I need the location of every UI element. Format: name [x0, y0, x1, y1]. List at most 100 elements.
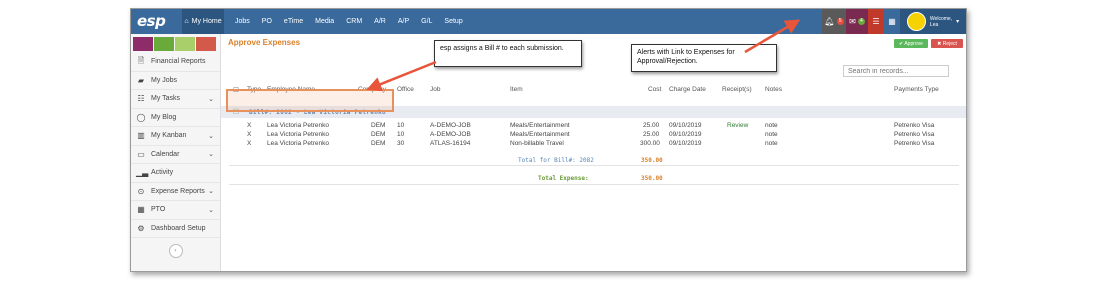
sidebar-item-label: Activity [151, 169, 174, 177]
row-type[interactable]: X [247, 131, 251, 138]
col-job[interactable]: Job [430, 86, 440, 93]
row-type[interactable]: X [247, 140, 251, 147]
col-office[interactable]: Office [397, 86, 414, 93]
row-company: DEM [371, 140, 386, 147]
theme-swatches [131, 34, 220, 53]
sidebar-item-dashboard-setup[interactable]: ⚙ Dashboard Setup [131, 220, 220, 238]
sidebar-item-pto[interactable]: ▦ PTO ⌄ [131, 201, 220, 220]
swatch-2[interactable] [154, 37, 174, 51]
chevron-down-icon: ▾ [956, 19, 960, 25]
nav-crm[interactable]: CRM [340, 18, 368, 25]
row-type[interactable]: X [247, 122, 251, 129]
row-notes: note [765, 131, 778, 138]
sidebar: 🗎 Financial Reports ▰ My Jobs ☷ My Tasks… [131, 34, 221, 271]
sidebar-item-my-blog[interactable]: ◯ My Blog [131, 109, 220, 127]
col-charge-date[interactable]: Charge Date [669, 86, 706, 93]
messages-button[interactable]: ✉ 4 [846, 9, 868, 34]
swatch-4[interactable] [196, 37, 216, 51]
bill-highlight-box [226, 89, 394, 112]
sidebar-item-label: PTO [151, 206, 166, 214]
my-home-button[interactable]: ⌂ My Home [182, 9, 224, 34]
sidebar-item-label: Calendar [151, 150, 180, 158]
row-date: 09/10/2019 [669, 140, 702, 147]
row-date: 09/10/2019 [669, 131, 702, 138]
esp-logo[interactable]: esp [137, 12, 166, 30]
col-receipts[interactable]: Receipt(s) [722, 86, 752, 93]
approve-button[interactable]: ✔ Approve [894, 39, 928, 48]
col-payments-type[interactable]: Payments Type [894, 86, 939, 93]
user-menu[interactable]: Welcome, Lea ▾ [900, 9, 966, 34]
collapse-sidebar-button[interactable]: ‹ [168, 244, 183, 258]
kanban-icon: ▥ [137, 131, 145, 141]
row-employee: Lea Victoria Petrenko [267, 122, 330, 129]
row-cost: 25.00 [643, 122, 660, 129]
avatar [906, 12, 926, 31]
total-expense-value: 350.00 [641, 175, 663, 182]
sidebar-item-my-tasks[interactable]: ☷ My Tasks ⌄ [131, 90, 220, 109]
row-item: Non-billable Travel [510, 140, 564, 147]
sidebar-item-my-kanban[interactable]: ▥ My Kanban ⌄ [131, 127, 220, 146]
col-notes[interactable]: Notes [765, 86, 782, 93]
page-title: Approve Expenses [228, 38, 301, 47]
row-receipt-review-link[interactable]: Review [727, 122, 748, 129]
sidebar-item-label: Dashboard Setup [151, 224, 206, 232]
alerts-button[interactable]: 🔔︎ 5 [822, 9, 846, 34]
row-cost: 300.00 [640, 140, 660, 147]
nav-po[interactable]: PO [256, 18, 278, 25]
sidebar-item-my-jobs[interactable]: ▰ My Jobs [131, 72, 220, 90]
row-date: 09/10/2019 [669, 122, 702, 129]
nav-jobs[interactable]: Jobs [229, 18, 256, 25]
sidebar-item-calendar[interactable]: ▭ Calendar ⌄ [131, 146, 220, 164]
row-payment: Petrenko Visa [894, 131, 935, 138]
chevron-down-icon: ⌄ [208, 206, 214, 214]
sidebar-item-label: My Tasks [151, 95, 181, 103]
database-icon: ☰ [872, 17, 880, 26]
swatch-3[interactable] [175, 37, 195, 51]
row-item: Meals/Entertainment [510, 131, 570, 138]
row-cost: 25.00 [643, 131, 660, 138]
row-job: ATLAS-16194 [430, 140, 471, 147]
col-cost[interactable]: Cost [648, 86, 661, 93]
col-item[interactable]: Item [510, 86, 523, 93]
sidebar-item-label: Financial Reports [151, 58, 206, 66]
row-employee: Lea Victoria Petrenko [267, 131, 330, 138]
search-input[interactable] [843, 65, 949, 77]
nav-ap[interactable]: A/P [392, 18, 415, 25]
home-icon: ⌂ [184, 18, 189, 25]
welcome-line1: Welcome, [929, 15, 953, 22]
alerts-callout: Alerts with Link to Expenses for Approva… [631, 44, 777, 72]
sidebar-item-activity[interactable]: ▁▃ Activity [131, 164, 220, 183]
reject-button[interactable]: ✖ Reject [931, 39, 963, 48]
nav-media[interactable]: Media [309, 18, 340, 25]
row-payment: Petrenko Visa [894, 140, 935, 147]
database-button[interactable]: ☰ [868, 9, 884, 34]
sidebar-item-financial-reports[interactable]: 🗎 Financial Reports [131, 53, 220, 72]
nav-gl[interactable]: G/L [415, 18, 438, 25]
chevron-down-icon: ⌄ [208, 151, 214, 159]
total-bill-value: 350.00 [641, 157, 663, 164]
calculator-icon: ▦ [888, 17, 896, 26]
row-company: DEM [371, 131, 386, 138]
row-office: 10 [397, 122, 405, 129]
chevron-left-icon: ‹ [174, 248, 177, 254]
money-icon: ⊙ [137, 186, 145, 196]
main-nav: Jobs PO eTime Media CRM A/R A/P G/L Setu… [229, 9, 469, 34]
sidebar-item-label: Expense Reports [151, 187, 205, 195]
row-employee: Lea Victoria Petrenko [267, 140, 330, 147]
list-icon: ☷ [137, 94, 145, 104]
chat-icon: ◯ [136, 112, 146, 122]
row-job: A-DEMO-JOB [430, 131, 471, 138]
sidebar-item-expense-reports[interactable]: ⊙ Expense Reports ⌄ [131, 183, 220, 201]
swatch-1[interactable] [133, 37, 153, 51]
divider [229, 184, 959, 185]
gears-icon: ⚙ [137, 223, 145, 233]
nav-ar[interactable]: A/R [368, 18, 392, 25]
sidebar-item-label: My Kanban [151, 132, 187, 140]
nav-setup[interactable]: Setup [438, 18, 468, 25]
row-notes: note [765, 140, 778, 147]
calculator-button[interactable]: ▦ [884, 9, 900, 34]
row-office: 10 [397, 131, 405, 138]
nav-etime[interactable]: eTime [278, 18, 309, 25]
main-content: Approve Expenses ✔ Approve ✖ Reject ☐ Ty… [221, 34, 966, 271]
row-payment: Petrenko Visa [894, 122, 935, 129]
